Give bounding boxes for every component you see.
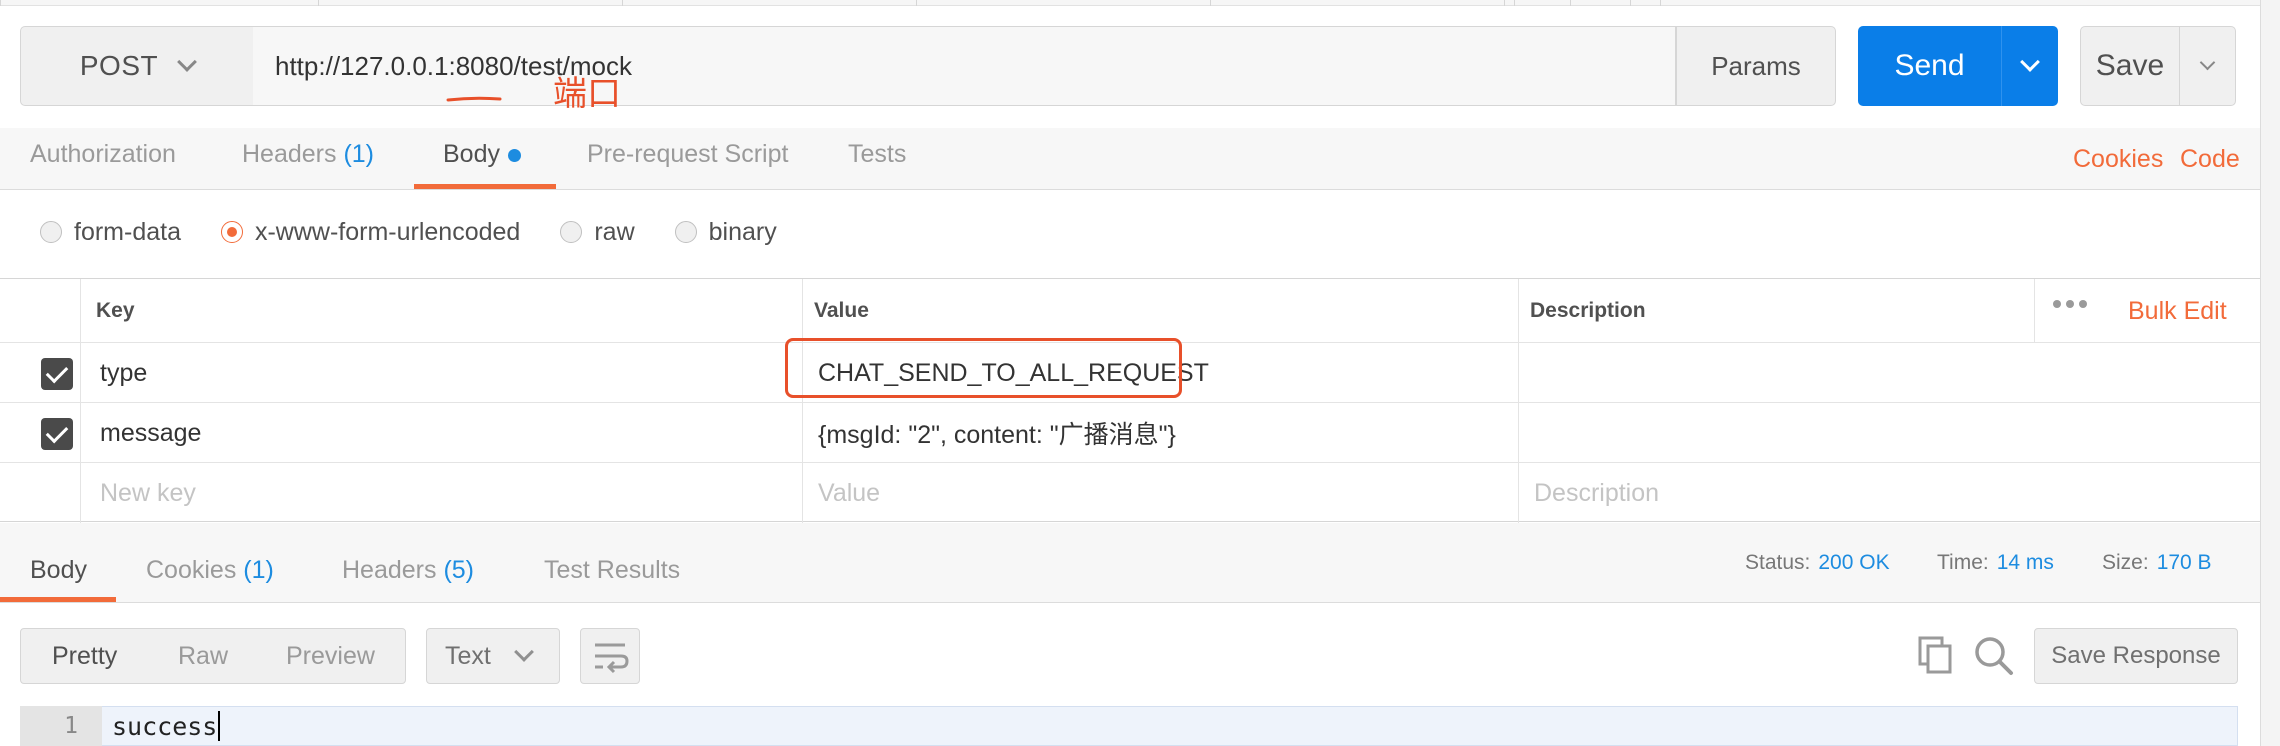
radio-label: binary [708, 217, 777, 246]
row-checkbox[interactable] [41, 418, 73, 450]
wrap-lines-icon [595, 643, 629, 674]
radio-label: raw [594, 217, 635, 246]
save-button[interactable]: Save [2080, 26, 2180, 106]
radio-button-icon [674, 221, 697, 243]
search-icon[interactable] [1972, 634, 2016, 678]
send-button[interactable]: Send [1858, 26, 2001, 106]
wrap-lines-button[interactable] [580, 628, 640, 684]
time-readout: Time: 14 ms [1937, 551, 2054, 575]
tab-strip [0, 0, 2280, 6]
copy-icon[interactable] [1916, 634, 1956, 678]
time-value: 14 ms [1996, 551, 2054, 574]
time-label: Time: [1937, 551, 1989, 574]
save-dropdown-button[interactable] [2179, 26, 2236, 106]
description-cell[interactable] [1534, 343, 2234, 403]
chevron-down-icon [2199, 54, 2216, 70]
tab-pre-request-script[interactable]: Pre-request Script [587, 140, 788, 169]
view-raw-button[interactable]: Raw [178, 629, 228, 683]
tab-label: Body [443, 140, 500, 168]
line-number: 1 [20, 706, 102, 746]
tab-authorization[interactable]: Authorization [30, 140, 176, 169]
annotation-label: 端口 [553, 75, 621, 113]
tab-count-badge: (5) [443, 556, 475, 584]
scrollbar[interactable] [2260, 0, 2280, 746]
method-label: POST [79, 50, 159, 81]
code-line: success [112, 706, 221, 746]
annotation-underline [446, 96, 502, 102]
response-tabs-bar [0, 523, 2260, 603]
send-label: Send [1894, 49, 1965, 82]
new-key-input[interactable]: New key [100, 463, 196, 523]
params-table: Key Value Description type CHAT_SEND_TO_… [0, 278, 2260, 523]
tab-count-badge: (1) [343, 140, 375, 168]
tab-test-results[interactable]: Test Results [544, 556, 680, 585]
view-preview-button[interactable]: Preview [286, 629, 375, 683]
tab-response-cookies[interactable]: Cookies (1) [146, 556, 274, 585]
tab-label: Authorization [30, 140, 176, 168]
tab-label: Headers [342, 556, 437, 584]
new-description-input[interactable]: Description [1534, 463, 1659, 523]
tab-label: Pre-request Script [587, 140, 789, 168]
save-response-button[interactable]: Save Response [2034, 628, 2238, 684]
active-tab-indicator [414, 184, 556, 189]
annotation-highlight-box [785, 338, 1182, 398]
text-caret [218, 711, 221, 741]
tab-label: Cookies [146, 556, 237, 584]
view-mode-toggle: Pretty Raw Preview [20, 628, 406, 684]
format-select[interactable]: Text [426, 628, 560, 684]
column-header-value: Value [814, 299, 869, 322]
status-value: 200 OK [1818, 551, 1890, 574]
column-header-description: Description [1530, 299, 1646, 322]
radio-form-data[interactable]: form-data [40, 218, 181, 247]
chevron-down-icon [513, 642, 534, 662]
description-cell[interactable] [1534, 403, 2234, 463]
response-editor[interactable] [20, 706, 2238, 746]
more-options-icon[interactable] [2053, 300, 2087, 308]
cookies-link[interactable]: Cookies [2073, 145, 2163, 174]
size-readout: Size: 170 B [2102, 551, 2212, 575]
code-line-text: success [112, 711, 218, 741]
column-header-key: Key [96, 299, 135, 322]
radio-button-icon [560, 221, 583, 243]
tab-response-headers[interactable]: Headers (5) [342, 556, 474, 585]
view-pretty-button[interactable]: Pretty [52, 629, 117, 683]
radio-button-selected-icon [220, 221, 243, 243]
tab-tests[interactable]: Tests [848, 140, 906, 169]
chevron-down-icon [2020, 52, 2040, 72]
tab-count-badge: (1) [243, 556, 274, 584]
tab-headers[interactable]: Headers (1) [242, 140, 374, 169]
modified-dot-icon [507, 148, 521, 162]
tab-label: Tests [848, 140, 907, 168]
radio-label: x-www-form-urlencoded [254, 217, 521, 246]
row-checkbox[interactable] [41, 358, 73, 390]
radio-x-www-form-urlencoded[interactable]: x-www-form-urlencoded [220, 217, 521, 247]
status-label: Status: [1745, 551, 1811, 574]
tab-label: Body [30, 556, 87, 584]
send-dropdown-button[interactable] [2001, 26, 2058, 106]
radio-button-icon [40, 221, 62, 243]
tab-response-body[interactable]: Body [30, 556, 87, 585]
radio-binary[interactable]: binary [674, 217, 777, 247]
key-cell[interactable]: type [100, 343, 147, 403]
body-mode-radio-group: form-data x-www-form-urlencoded raw bina… [40, 214, 817, 250]
active-tab-indicator [0, 597, 116, 602]
size-value: 170 B [2156, 551, 2212, 574]
status-readout: Status: 200 OK [1745, 551, 1890, 575]
tab-label: Test Results [544, 556, 681, 584]
code-link[interactable]: Code [2180, 145, 2240, 174]
size-label: Size: [2102, 551, 2149, 574]
radio-raw[interactable]: raw [560, 217, 635, 247]
tab-body[interactable]: Body [443, 140, 521, 169]
radio-label: form-data [74, 217, 181, 246]
chevron-down-icon [177, 52, 198, 72]
method-select[interactable]: POST [20, 26, 254, 106]
url-input[interactable]: http://127.0.0.1:8080/test/mock [253, 26, 1676, 106]
value-cell[interactable]: {msgId: "2", content: "广播消息"} [818, 403, 1176, 463]
params-button[interactable]: Params [1676, 26, 1836, 106]
bulk-edit-link[interactable]: Bulk Edit [2128, 297, 2227, 326]
key-cell[interactable]: message [100, 403, 201, 463]
tab-label: Headers [242, 140, 337, 168]
format-label: Text [445, 641, 491, 670]
new-value-input[interactable]: Value [818, 463, 880, 523]
